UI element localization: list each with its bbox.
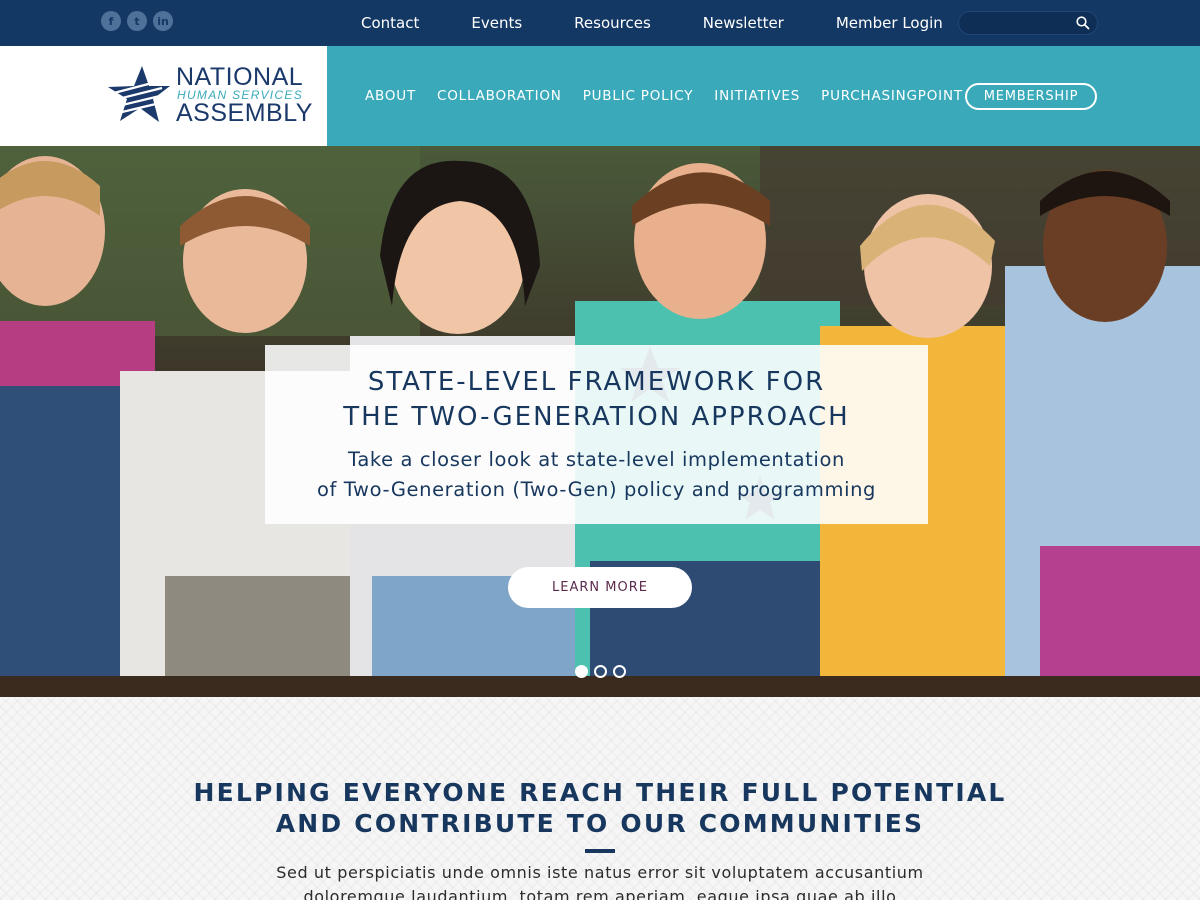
facebook-icon[interactable]: f	[101, 11, 121, 31]
search-icon[interactable]	[1075, 15, 1091, 31]
hero-title-line-1: STATE-LEVEL FRAMEWORK FOR	[367, 367, 826, 397]
nav-purchasingpoint[interactable]: PURCHASINGPOINT	[821, 88, 963, 104]
nav-collaboration[interactable]: COLLABORATION	[437, 88, 562, 104]
hero-title-line-2: THE TWO-GENERATION APPROACH	[343, 402, 850, 432]
hero-carousel: STATE-LEVEL FRAMEWORK FOR THE TWO-GENERA…	[0, 146, 1200, 697]
twitter-icon[interactable]: t	[127, 11, 147, 31]
intro-body-line-2: doloremque laudantium, totam rem aperiam…	[303, 887, 897, 900]
logo-line-assembly: ASSEMBLY	[176, 99, 313, 127]
hero-subtitle: Take a closer look at state-level implem…	[265, 445, 928, 505]
intro-heading-line-1: HELPING EVERYONE REACH THEIR FULL POTENT…	[193, 778, 1007, 807]
newsletter-link[interactable]: Newsletter	[703, 14, 784, 32]
resources-link[interactable]: Resources	[574, 14, 651, 32]
main-navbar: NATIONAL HUMAN SERVICES ASSEMBLY ABOUT C…	[0, 46, 1200, 146]
search-box	[958, 11, 1098, 35]
utility-nav: Contact Events Resources Newsletter Memb…	[361, 0, 943, 46]
hero-subtitle-line-1: Take a closer look at state-level implem…	[348, 448, 845, 471]
nav-public-policy[interactable]: PUBLIC POLICY	[583, 88, 694, 104]
star-logo-icon	[108, 66, 170, 122]
intro-section: HELPING EVERYONE REACH THEIR FULL POTENT…	[0, 697, 1200, 900]
hero-title: STATE-LEVEL FRAMEWORK FOR THE TWO-GENERA…	[265, 365, 928, 435]
intro-body-text: Sed ut perspiciatis unde omnis iste natu…	[250, 861, 950, 900]
logo-line-national: NATIONAL	[176, 63, 304, 91]
logo-wordmark: NATIONAL HUMAN SERVICES ASSEMBLY	[176, 64, 313, 126]
events-link[interactable]: Events	[471, 14, 522, 32]
nav-initiatives[interactable]: INITIATIVES	[714, 88, 800, 104]
heading-divider	[585, 849, 615, 853]
carousel-indicators	[575, 665, 626, 678]
intro-heading-line-2: AND CONTRIBUTE TO OUR COMMUNITIES	[275, 809, 925, 838]
logo-link[interactable]: NATIONAL HUMAN SERVICES ASSEMBLY	[0, 46, 327, 146]
search-input[interactable]	[969, 15, 1069, 31]
nav-about[interactable]: ABOUT	[365, 88, 416, 104]
member-login-link[interactable]: Member Login	[836, 14, 943, 32]
top-utility-bar: f t in Contact Events Resources Newslett…	[0, 0, 1200, 46]
carousel-dot-2[interactable]	[594, 665, 607, 678]
learn-more-button[interactable]: LEARN MORE	[508, 567, 692, 608]
membership-button[interactable]: MEMBERSHIP	[965, 83, 1097, 110]
social-links: f t in	[101, 11, 173, 31]
primary-nav: ABOUT COLLABORATION PUBLIC POLICY INITIA…	[365, 46, 984, 146]
carousel-dot-1[interactable]	[575, 665, 588, 678]
carousel-dot-3[interactable]	[613, 665, 626, 678]
intro-body-line-1: Sed ut perspiciatis unde omnis iste natu…	[276, 863, 924, 882]
contact-link[interactable]: Contact	[361, 14, 419, 32]
hero-subtitle-line-2: of Two-Generation (Two-Gen) policy and p…	[316, 478, 877, 501]
hero-caption-card: STATE-LEVEL FRAMEWORK FOR THE TWO-GENERA…	[265, 345, 928, 524]
intro-heading: HELPING EVERYONE REACH THEIR FULL POTENT…	[0, 777, 1200, 839]
linkedin-icon[interactable]: in	[153, 11, 173, 31]
